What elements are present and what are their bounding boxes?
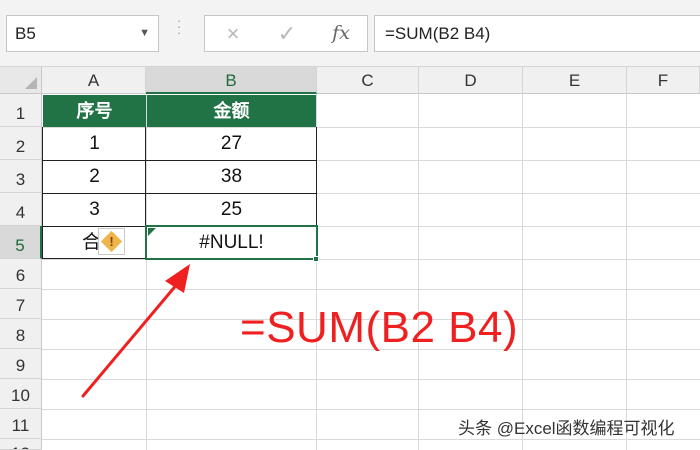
error-indicator-triangle [148, 228, 156, 236]
grid-line [42, 409, 700, 410]
select-all-button[interactable] [0, 67, 42, 94]
row-header-2[interactable]: 2 [0, 127, 42, 160]
exclamation-icon: ! [109, 234, 114, 249]
fill-handle[interactable] [313, 256, 319, 262]
header-cell-amount[interactable]: 金额 [147, 95, 316, 127]
grid-line [626, 94, 627, 450]
row-header-12[interactable]: 12 [0, 439, 42, 450]
warning-icon[interactable]: ! [98, 228, 125, 255]
grid-line [42, 289, 700, 290]
column-header-f[interactable]: F [627, 67, 700, 94]
row-header-5[interactable]: 5 [0, 226, 42, 259]
formula-bar: B5 ▼ · · · × ✓ fx =SUM(B2 B4) [0, 0, 700, 67]
grid-line [42, 379, 700, 380]
column-header-d[interactable]: D [419, 67, 523, 94]
grid-line [522, 94, 523, 450]
chevron-down-icon[interactable]: ▼ [139, 16, 150, 51]
annotation-formula-text: =SUM(B2 B4) [240, 303, 519, 352]
header-cell-index[interactable]: 序号 [43, 95, 146, 127]
row-header-1[interactable]: 1 [0, 94, 42, 127]
grid-line [42, 439, 700, 440]
insert-function-icon[interactable]: fx [321, 16, 361, 51]
row-header-4[interactable]: 4 [0, 193, 42, 226]
table-rule [42, 193, 317, 194]
cancel-icon[interactable]: × [213, 16, 253, 51]
name-box-value: B5 [15, 24, 36, 43]
worksheet-grid[interactable]: A B C D E F 1 2 3 4 5 6 7 8 9 10 11 12 序… [0, 67, 700, 450]
grid-line [418, 94, 419, 450]
active-cell-selection[interactable] [145, 225, 318, 260]
column-header-c[interactable]: C [317, 67, 419, 94]
row-header-3[interactable]: 3 [0, 160, 42, 193]
column-header-b[interactable]: B [146, 67, 317, 94]
row-header-10[interactable]: 10 [0, 379, 42, 409]
row-header-9[interactable]: 9 [0, 349, 42, 379]
row-header-7[interactable]: 7 [0, 289, 42, 319]
row-header-8[interactable]: 8 [0, 319, 42, 349]
row-header-6[interactable]: 6 [0, 259, 42, 289]
row-header-12-label: 12 [11, 444, 30, 449]
watermark-text: 头条 @Excel函数编程可视化 [458, 419, 675, 438]
column-header-a[interactable]: A [42, 67, 146, 94]
formula-input[interactable]: =SUM(B2 B4) [374, 15, 700, 52]
table-rule [42, 160, 317, 161]
grid-line [42, 259, 700, 260]
name-box[interactable]: B5 ▼ [6, 15, 159, 52]
enter-icon[interactable]: ✓ [267, 16, 307, 51]
column-header-e[interactable]: E [523, 67, 627, 94]
formula-buttons: × ✓ fx [204, 15, 368, 52]
formula-bar-splitter-icon[interactable]: · · · [175, 14, 183, 48]
row-header-11[interactable]: 11 [0, 409, 42, 439]
